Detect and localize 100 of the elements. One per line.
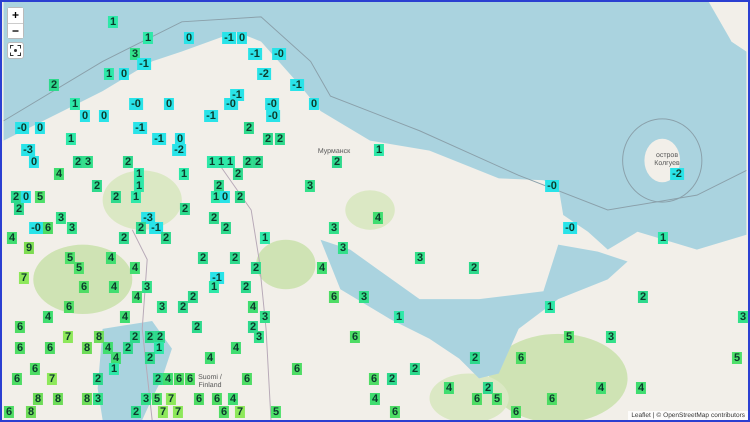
value-marker: 2 [410,363,420,375]
fullscreen-button[interactable] [7,42,24,59]
value-marker: -2 [670,168,684,180]
value-marker: 2 [230,252,240,264]
value-marker: 1 [260,232,270,244]
value-marker: 6 [390,406,400,418]
value-marker: 2 [192,321,202,333]
value-marker: 6 [516,352,526,364]
value-marker: 3 [130,48,140,60]
value-marker: -0 [545,180,559,192]
value-marker: 7 [172,406,184,418]
value-marker: 8 [52,393,64,405]
value-marker: 2 [240,281,252,293]
value-marker: 2 [48,79,60,91]
value-marker: 0 [80,110,90,122]
value-marker: 3 [260,311,270,323]
value-marker: 4 [372,212,384,224]
value-marker: -0 [129,98,143,110]
value-marker: 1 [142,32,154,44]
value-marker: 1 [130,191,142,203]
value-marker: 3 [328,222,340,234]
value-marker: 2 [118,232,130,244]
value-marker: 1 [658,232,668,244]
value-marker: 6 [218,406,230,418]
value-marker: 2 [160,232,172,244]
value-marker: 3 [738,311,748,323]
value-marker: 3 [156,301,168,313]
value-marker: 6 [194,393,204,405]
value-marker: -1 [204,110,218,122]
value-marker: 2 [152,373,164,385]
value-marker: 2 [178,301,188,313]
value-marker: 4 [162,373,174,385]
value-marker: 3 [254,331,264,343]
value-marker: 4 [42,311,54,323]
value-marker: 2 [638,291,648,303]
value-marker: 6 [546,393,558,405]
value-marker: 6 [12,373,22,385]
value-marker: 0 [308,98,320,110]
value-marker: 4 [106,252,116,264]
value-marker: 6 [212,393,222,405]
value-marker: 2 [122,342,134,354]
value-marker: 1 [154,342,164,354]
value-marker: 1 [374,144,384,156]
value-marker: -0 [224,98,238,110]
value-marker: 6 [78,281,90,293]
value-marker: 5 [64,252,76,264]
value-marker: 7 [234,406,246,418]
value-marker: 0 [236,32,248,44]
value-marker: 4 [370,393,380,405]
value-marker: -0 [266,110,280,122]
value-marker: 2 [10,191,22,203]
value-marker: 2 [144,331,156,343]
value-marker: 8 [32,393,44,405]
value-marker: 4 [636,382,646,394]
value-marker: 0 [164,98,174,110]
value-marker: 3 [414,252,426,264]
value-marker: 8 [82,393,92,405]
value-marker: 0 [220,191,230,203]
value-marker: 1 [210,191,222,203]
value-marker: 4 [228,393,238,405]
value-marker: -0 [265,98,279,110]
value-marker: 2 [72,156,84,168]
value-marker: 6 [14,321,26,333]
value-marker: 1 [108,363,120,375]
value-marker: 3 [140,393,152,405]
value-marker: 5 [564,331,574,343]
value-marker: 2 [232,168,244,180]
value-marker: 1 [66,133,76,145]
value-marker: 6 [174,373,184,385]
value-marker: 6 [14,342,26,354]
value-marker: 2 [136,222,146,234]
value-marker: 4 [130,262,140,274]
value-marker: 2 [188,291,198,303]
value-marker: 6 [64,301,74,313]
value-marker: 2 [386,373,398,385]
value-marker: 3 [92,393,104,405]
value-marker: 1 [216,156,226,168]
value-marker: 8 [94,331,104,343]
value-marker: 7 [46,373,58,385]
value-marker: 3 [66,222,78,234]
value-marker: 1 [70,98,80,110]
value-marker: -0 [272,48,286,60]
value-marker: 0 [34,122,46,134]
value-marker: 7 [166,393,176,405]
zoom-out-button[interactable]: − [8,23,23,38]
value-marker: -1 [137,58,151,70]
value-marker: 3 [56,212,66,224]
value-marker: -1 [248,48,262,60]
value-marker: 4 [102,342,114,354]
value-marker: 2 [244,122,254,134]
value-marker: -2 [172,144,186,156]
value-marker: 8 [26,406,36,418]
value-marker: 2 [262,133,274,145]
value-marker: 2 [198,252,208,264]
value-marker: 4 [596,382,606,394]
value-marker: 2 [92,373,104,385]
value-marker: -1 [290,79,304,91]
value-marker: 6 [4,406,14,418]
value-marker: 6 [328,291,340,303]
value-marker: -2 [257,68,271,80]
